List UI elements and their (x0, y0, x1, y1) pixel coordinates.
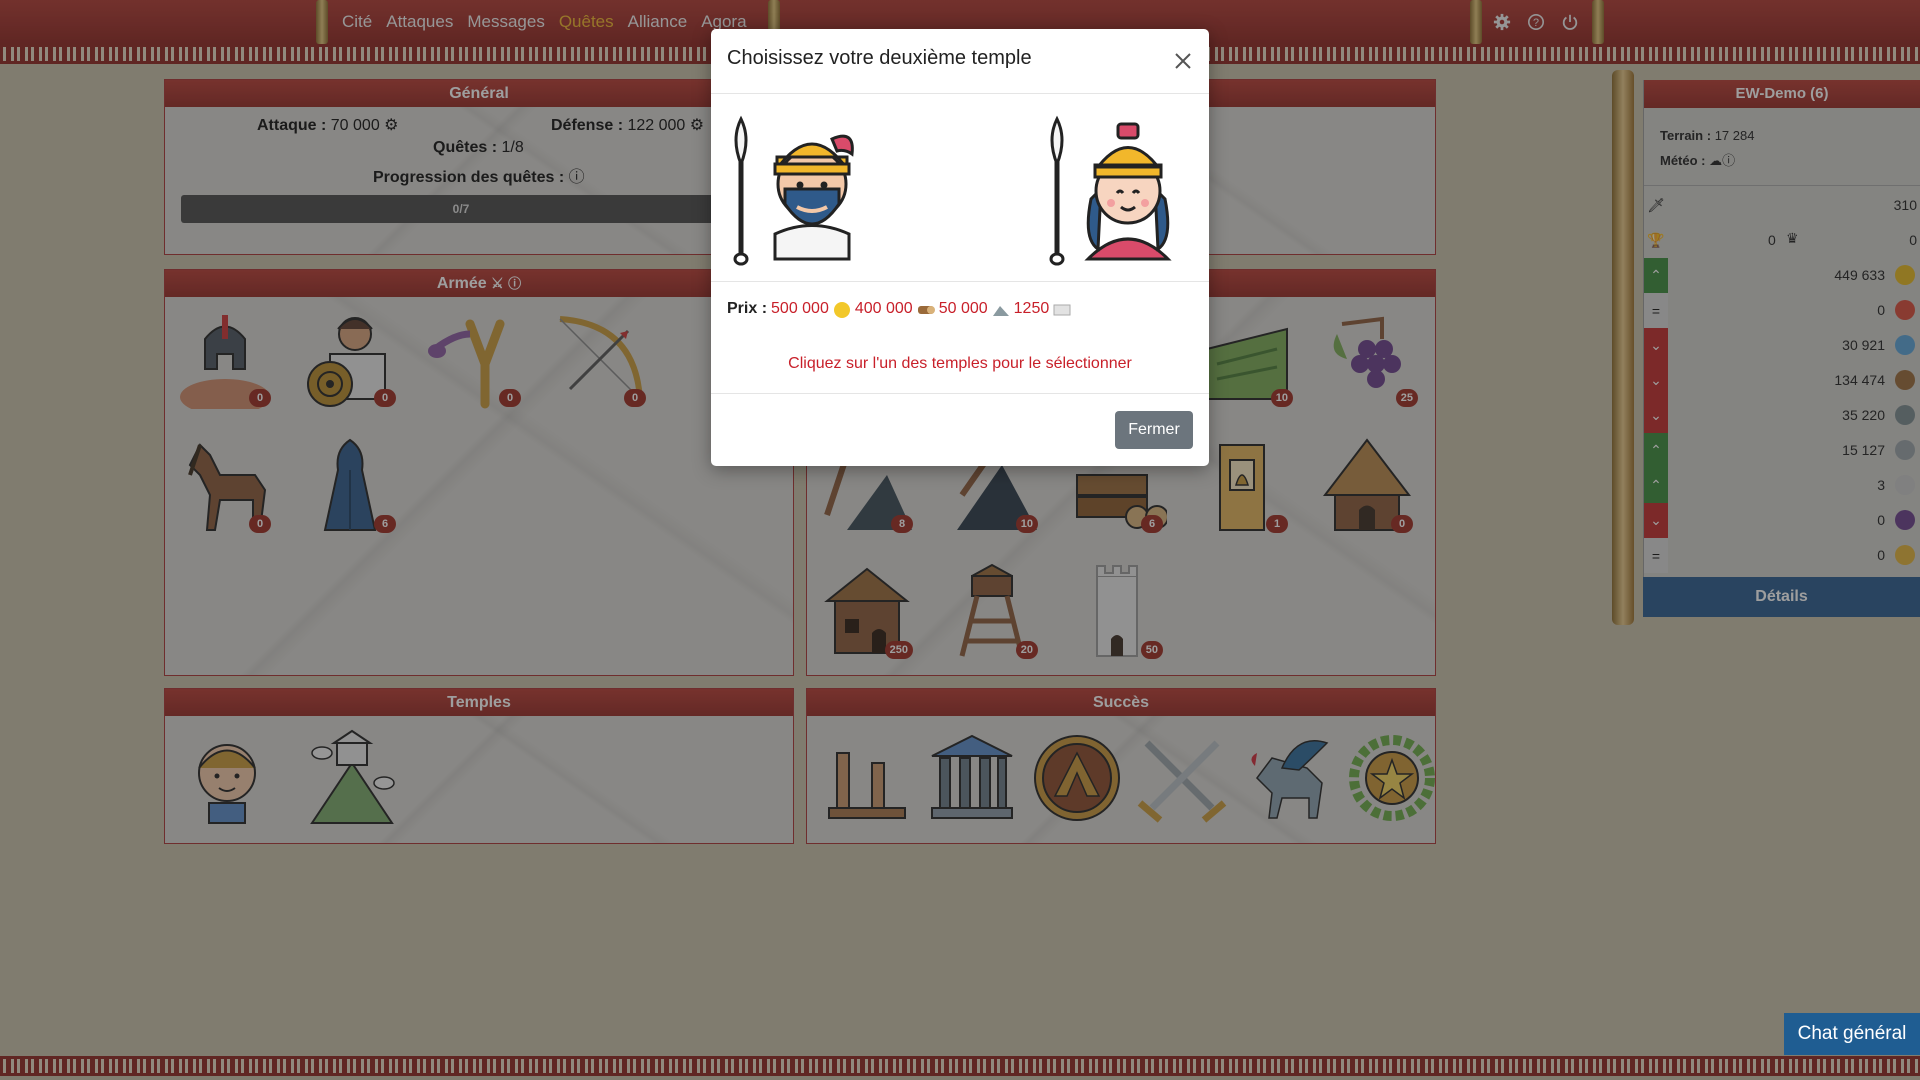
modal-title: Choisissez votre deuxième temple (727, 47, 1032, 69)
close-icon[interactable] (1171, 49, 1195, 73)
temple-choice-modal: Choisissez votre deuxième temple Prix: … (711, 29, 1209, 466)
price-wood-gold: 400 000 (854, 300, 913, 317)
temple-option-athena[interactable] (1043, 109, 1193, 269)
marble-icon (1053, 301, 1071, 317)
price-row: Prix : 500 000 400 000 50 000 1250 (727, 300, 1071, 318)
price-gold: 500 000 (771, 300, 829, 317)
wood-icon (917, 301, 935, 317)
price-label: Prix : (727, 300, 768, 317)
modal-hint: Cliquez sur l'un des temples pour le sél… (788, 355, 1132, 372)
warrior-god-icon (733, 115, 854, 266)
price-marble: 1250 (1013, 300, 1050, 317)
gold-icon (833, 301, 851, 318)
close-button[interactable]: Fermer (1115, 411, 1193, 449)
stone-icon (992, 301, 1010, 317)
price-stone: 50 000 (938, 300, 988, 317)
temple-option-ares[interactable] (727, 109, 877, 269)
general-chat-button[interactable]: Chat général (1784, 1013, 1920, 1055)
warrior-goddess-icon (1049, 115, 1172, 266)
